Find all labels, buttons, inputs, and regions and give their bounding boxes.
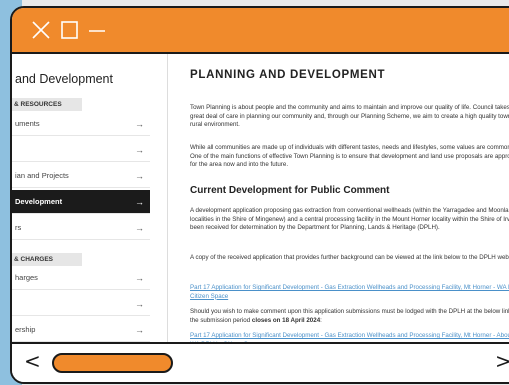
title-bar (12, 8, 509, 54)
paragraph-application: A development application proposing gas … (190, 207, 509, 231)
submission-colon: : (320, 316, 322, 324)
arrow-right-icon: → (135, 299, 144, 309)
bottom-bar: < > (12, 342, 509, 382)
page-title: PLANNING AND DEVELOPMENT (190, 69, 386, 81)
window-icon[interactable] (59, 19, 81, 41)
progress-pill[interactable] (52, 353, 173, 373)
sidebar-section-resources: & RESOURCES (12, 98, 82, 111)
sidebar-section-charges: & CHARGES (12, 253, 82, 266)
arrow-right-icon: → (135, 119, 144, 129)
paragraph-copy: A copy of the received application that … (190, 254, 509, 261)
arrow-right-icon: → (135, 325, 144, 335)
arrow-right-icon: → (135, 223, 144, 233)
sidebar-item-plans-projects[interactable]: ian and Projects → (12, 164, 150, 188)
sidebar-item-documents[interactable]: uments → (12, 112, 150, 136)
sidebar-item-others[interactable]: rs → (12, 216, 150, 240)
paragraph-communities: While all communities are made up of ind… (190, 144, 509, 168)
minimize-icon[interactable] (87, 19, 109, 41)
close-icon[interactable] (30, 19, 52, 41)
sidebar: and Development & RESOURCES uments → → ia… (12, 54, 168, 342)
submission-text: Should you wish to make comment upon thi… (190, 308, 509, 324)
forward-arrow-icon[interactable]: > (495, 349, 509, 373)
sidebar-item-label: ership (15, 325, 36, 334)
sidebar-item-development[interactable]: Development → (12, 190, 150, 214)
sidebar-item-blank[interactable]: → (12, 138, 150, 162)
main-content: PLANNING AND DEVELOPMENT Town Planning i… (190, 54, 509, 342)
arrow-right-icon: → (135, 171, 144, 181)
sidebar-item-ownership[interactable]: ership → (12, 318, 150, 342)
sidebar-item-label: rs (15, 223, 22, 232)
sidebar-item-label: uments (15, 119, 40, 128)
arrow-right-icon: → (135, 145, 144, 155)
sidebar-item-charges[interactable]: harges → (12, 266, 150, 290)
back-arrow-icon[interactable]: < (24, 349, 41, 373)
sidebar-item-label: ian and Projects (15, 171, 69, 180)
link-application[interactable]: Part 17 Application for Significant Deve… (190, 284, 509, 301)
browser-window: and Development & RESOURCES uments → → ia… (10, 6, 509, 384)
arrow-right-icon: → (135, 197, 144, 207)
intro-paragraph: Town Planning is about people and the co… (190, 104, 509, 128)
closing-date: closes on 18 April 2024 (251, 316, 321, 324)
arrow-right-icon: → (135, 273, 144, 283)
paragraph-submission: Should you wish to make comment upon thi… (190, 308, 509, 325)
section-heading: Current Development for Public Comment (190, 185, 390, 196)
web-page: and Development & RESOURCES uments → → ia… (12, 54, 509, 342)
sidebar-item-label: harges (15, 273, 38, 282)
sidebar-title: and Development (15, 72, 113, 86)
sidebar-item-blank-2[interactable]: → (12, 292, 150, 316)
link-submission[interactable]: Part 17 Application for Significant Deve… (190, 332, 509, 342)
sidebar-item-label: Development (15, 197, 63, 206)
